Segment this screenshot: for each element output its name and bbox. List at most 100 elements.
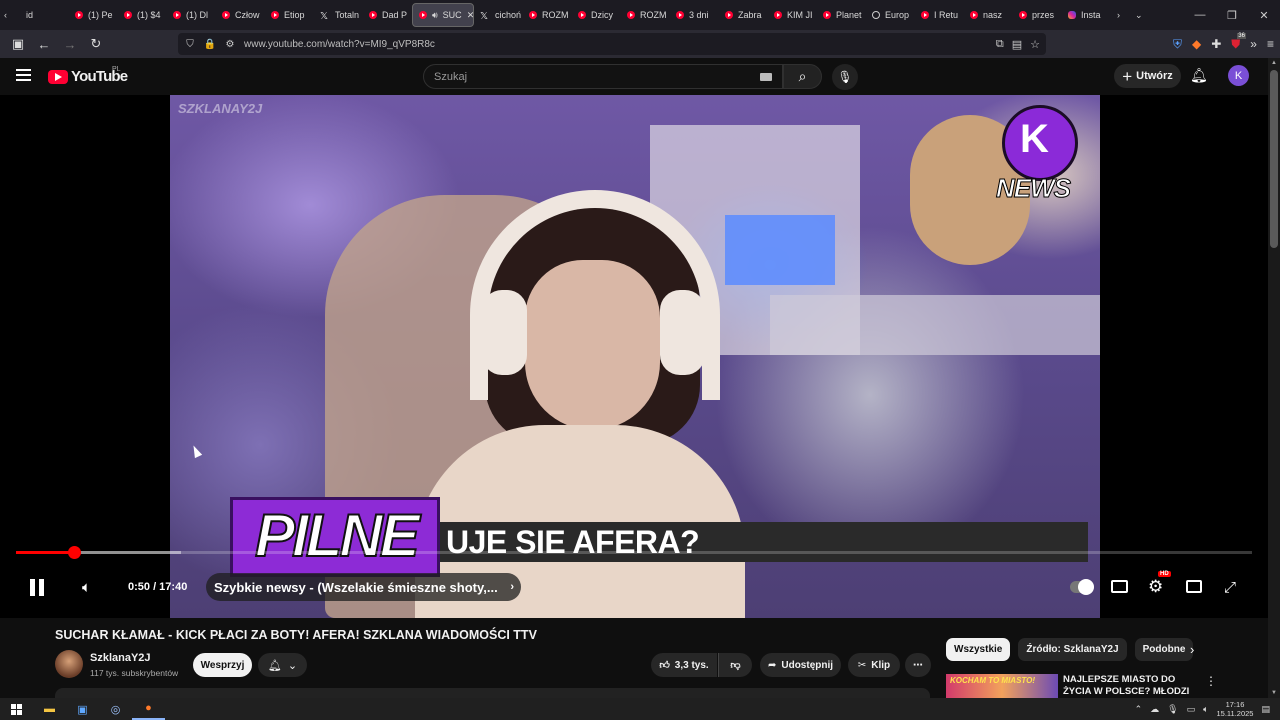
browser-tab[interactable]: Planet <box>817 3 866 27</box>
settings-gear-icon[interactable]: ⚙ <box>1148 573 1163 601</box>
share-button[interactable]: ➦ Udostępnij <box>760 653 841 677</box>
browser-tab[interactable]: (1) Pe <box>69 3 118 27</box>
tab-view-icon[interactable]: ▣ <box>6 36 30 52</box>
account-avatar[interactable]: K <box>1228 65 1249 86</box>
clock[interactable]: 17:16 15.11.2025 <box>1217 700 1254 718</box>
chapter-title-button[interactable]: Szybkie newsy - (Wszelakie śmieszne shot… <box>206 573 521 601</box>
browser-tab[interactable]: 𝕏 Totaln <box>314 3 363 27</box>
browser-tab[interactable]: Insta <box>1062 3 1111 27</box>
browser-tab[interactable]: KIM JI <box>768 3 817 27</box>
microphone-tray-icon[interactable]: 🎙 <box>1167 704 1178 715</box>
description-box[interactable] <box>55 688 930 698</box>
pause-button[interactable] <box>30 573 50 601</box>
reload-icon[interactable]: ↻ <box>84 36 108 52</box>
search-button[interactable]: ⌕ <box>783 64 822 89</box>
browser-tab[interactable]: 𝕏cichoń <box>474 3 523 27</box>
chip-all[interactable]: Wszystkie <box>946 638 1011 661</box>
pip-toggle-icon[interactable]: ⧉ <box>996 38 1004 51</box>
restore-icon[interactable]: ❐ <box>1216 9 1248 22</box>
browser-tab[interactable]: (1) Dl <box>167 3 216 27</box>
recommendation-menu-icon[interactable]: ⋮ <box>1205 674 1217 688</box>
app-icon[interactable]: ▣ <box>66 698 99 720</box>
browser-tab[interactable]: Dad P <box>363 3 412 27</box>
notifications-icon[interactable]: ▤ <box>1261 704 1270 715</box>
file-explorer-icon[interactable]: ▬ <box>33 698 66 720</box>
browser-tab[interactable]: (1) $4 <box>118 3 167 27</box>
recommendation-thumbnail[interactable]: KOCHAM TO MIASTO! <box>946 674 1058 698</box>
start-windows-icon[interactable] <box>0 698 33 720</box>
search-input[interactable]: Szukaj <box>423 64 783 89</box>
notifications-bell-icon[interactable]: 🔔︎ <box>1190 67 1208 84</box>
browser-tab-label: cichoń <box>495 10 522 20</box>
network-icon[interactable]: ▭ <box>1187 704 1196 715</box>
voice-search-button[interactable]: 🎙 <box>832 64 858 90</box>
autoplay-toggle[interactable] <box>1070 579 1094 595</box>
browser-tab[interactable]: ROZM <box>621 3 670 27</box>
browser-tab[interactable]: ROZM <box>523 3 572 27</box>
subtitles-icon[interactable] <box>1111 580 1128 593</box>
steam-icon[interactable]: ◎ <box>99 698 132 720</box>
browser-tab[interactable]: przes <box>1013 3 1062 27</box>
like-button[interactable]: 👍︎ 3,3 tys. <box>651 653 717 677</box>
bookmark-star-icon[interactable]: ☆ <box>1030 38 1040 51</box>
reader-view-icon[interactable]: ▤ <box>1012 38 1022 51</box>
guide-menu-icon[interactable] <box>16 69 31 81</box>
minimize-icon[interactable]: — <box>1184 9 1216 21</box>
tab-scroll-left[interactable]: ‹ <box>0 3 20 27</box>
channel-name[interactable]: SzklanaY2J <box>90 652 151 664</box>
scrollbar-thumb[interactable] <box>1270 70 1278 248</box>
clip-button[interactable]: ✂ Klip <box>848 653 900 677</box>
back-icon[interactable]: ← <box>32 37 56 52</box>
fox-extension-icon[interactable]: ◆ <box>1192 37 1201 51</box>
browser-tab[interactable]: nasz <box>964 3 1013 27</box>
browser-tab[interactable]: Dzicy <box>572 3 621 27</box>
onedrive-icon[interactable]: ☁ <box>1150 704 1159 715</box>
app-menu-icon[interactable]: ≡ <box>1267 37 1274 51</box>
forward-icon[interactable]: → <box>58 37 82 52</box>
subscribed-notifications-button[interactable]: 🔔︎ ⌄ <box>258 653 307 677</box>
create-button[interactable]: + Utwórz <box>1114 64 1181 88</box>
progress-bar[interactable] <box>16 546 1252 559</box>
dislike-button[interactable]: 👎︎ <box>718 653 752 677</box>
browser-tab[interactable]: 3 dni <box>670 3 719 27</box>
scroll-down-icon[interactable]: ▼ <box>1271 690 1277 696</box>
tray-expand-icon[interactable]: ⌃ <box>1135 704 1143 715</box>
progress-scrubber[interactable] <box>68 546 82 559</box>
browser-tab[interactable]: Europ <box>866 3 915 27</box>
browser-tab[interactable]: id <box>20 3 69 27</box>
firefox-icon[interactable]: ● <box>132 698 165 720</box>
support-button[interactable]: Wesprzyj <box>193 653 252 677</box>
tab-close-icon[interactable]: ✕ <box>467 10 473 21</box>
channel-avatar[interactable] <box>55 650 83 678</box>
vpn-extension-icon[interactable]: ⛨ <box>1173 37 1182 52</box>
browser-tab[interactable]: 🔊︎ SUC ✕ <box>412 3 474 27</box>
youtube-logo[interactable]: YouTube PL <box>48 66 128 85</box>
chip-similar[interactable]: Podobne <box>1134 638 1194 661</box>
page-scrollbar[interactable]: ▲ ▼ <box>1268 58 1280 698</box>
permissions-icon[interactable]: ⚙ <box>222 39 238 50</box>
speaker-playing-icon[interactable]: 🔊︎ <box>432 10 438 21</box>
speaker-icon[interactable]: 🔈︎ <box>1203 704 1208 715</box>
ublock-icon[interactable]: ⛊ 36 <box>1231 32 1246 52</box>
browser-tab[interactable]: Człow <box>216 3 265 27</box>
browser-tab[interactable]: Zabra <box>719 3 768 27</box>
theater-mode-icon[interactable] <box>1186 580 1202 593</box>
tab-scroll-right[interactable]: › <box>1111 3 1129 27</box>
video-frame[interactable]: SZKLANAY2J K NEWS UJE SIE AFERA? PILNE ⧉ <box>170 95 1100 618</box>
volume-icon[interactable]: 🔈︎ <box>82 573 91 601</box>
chip-source[interactable]: Źródło: SzklanaY2J <box>1018 638 1127 661</box>
address-bar[interactable]: ⛉ 🔒 ⚙ www.youtube.com/watch?v=MI9_qVP8R8… <box>178 33 1046 55</box>
close-icon[interactable]: ✕ <box>1248 9 1280 22</box>
more-actions-button[interactable]: ⋯ <box>905 653 931 677</box>
recommendation-title[interactable]: NAJLEPSZE MIASTO DO ŻYCIA W POLSCE? MŁOD… <box>1063 674 1203 698</box>
overflow-menu-icon[interactable]: » <box>1250 37 1257 51</box>
extensions-icon[interactable]: ✚ <box>1211 37 1221 51</box>
keyboard-icon[interactable] <box>760 73 772 81</box>
chips-next-icon[interactable]: › <box>1190 642 1194 657</box>
fullscreen-icon[interactable]: ⤢ <box>1224 573 1236 601</box>
browser-tab[interactable]: I Retu <box>915 3 964 27</box>
tab-list-button[interactable]: ⌄ <box>1129 3 1151 27</box>
browser-tab[interactable]: Etiop <box>265 3 314 27</box>
video-player[interactable]: SZKLANAY2J K NEWS UJE SIE AFERA? PILNE ⧉… <box>0 95 1268 618</box>
scroll-up-icon[interactable]: ▲ <box>1271 60 1277 66</box>
